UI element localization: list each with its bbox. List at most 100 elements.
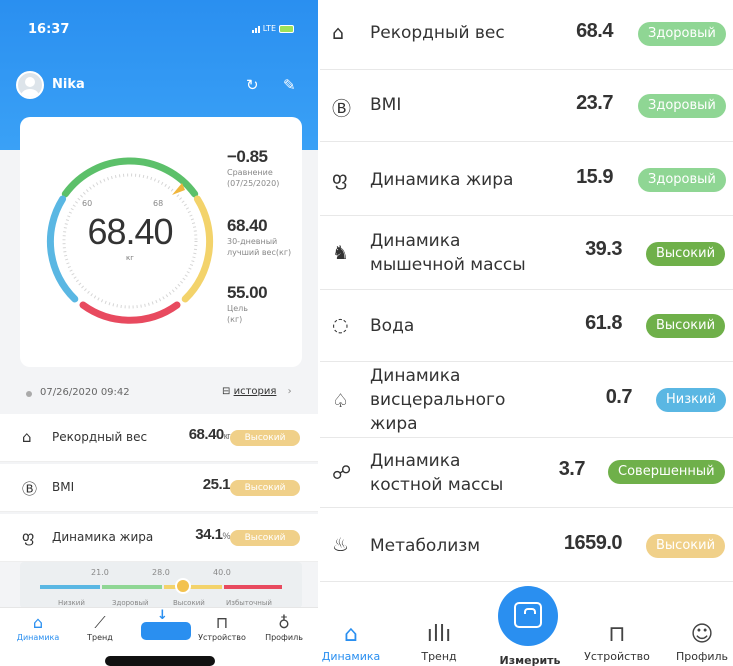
measurement-date: 07/26/2020 09:42 (40, 387, 130, 398)
metric-row-body-fat[interactable]: ფ Динамика жира 15.9 Здоровый (320, 142, 733, 216)
tab-label: Динамика (321, 650, 381, 663)
tab-label: Устройство (584, 650, 650, 663)
metric-row-record-weight[interactable]: ⌂ Рекордный вес 68.4 Здоровый (320, 0, 733, 70)
stat-label: (07/25/2020) (227, 179, 280, 188)
metric-row-body-fat[interactable]: ფ Динамика жира 34.1% Высокий (0, 514, 318, 562)
fat-icon: ფ (332, 168, 348, 190)
tab-label: Тренд (87, 633, 113, 642)
network-label: LTE (262, 24, 276, 33)
scale-icon (514, 602, 542, 628)
metric-value: 39.3 (585, 238, 622, 260)
fat-icon: ფ (22, 528, 35, 546)
tab-dynamics[interactable]: ⌂ Динамика (8, 613, 68, 642)
metric-name-line2: висцерального (370, 390, 506, 410)
stat-label: Цель (227, 304, 248, 313)
history-link[interactable]: ⊟ история › (222, 386, 292, 397)
scale-category: Высокий (173, 599, 205, 607)
measurement-date-row: 07/26/2020 09:42 ⊟ история › (0, 382, 318, 406)
status-badge: Высокий (230, 530, 300, 546)
measure-button[interactable] (141, 622, 191, 640)
trend-icon: ⟋ (94, 613, 106, 632)
status-time: 16:37 (28, 22, 70, 37)
refresh-icon[interactable]: ↻ (246, 76, 259, 94)
status-network: LTE (251, 24, 294, 33)
user-name[interactable]: Nika (52, 77, 85, 92)
scale-marker (175, 578, 191, 594)
status-badge: Высокий (230, 430, 300, 446)
metric-row-record-weight[interactable]: ⌂ Рекордный вес 68.40кг Высокий (0, 414, 318, 462)
device-icon: ⊓ (608, 622, 626, 647)
stat-best-30d: 68.40 30-дневный лучший вес(кг) (227, 216, 291, 258)
tab-label: Устройство (198, 633, 246, 642)
stat-value: −0.85 (227, 147, 268, 166)
metric-row-water[interactable]: ◌ Вода 61.8 Высокий (320, 290, 733, 362)
metric-name-line2: мышечной массы (370, 255, 526, 275)
scale-tick: 21.0 (91, 568, 109, 577)
scale-bar-high (164, 585, 222, 589)
metric-name: Динамика (370, 366, 461, 386)
stat-goal: 55.00 Цель (кг) (227, 283, 268, 325)
gauge-tick-60: 60 (82, 199, 93, 208)
gauge-arc-red (79, 301, 181, 324)
tab-label: Профиль (265, 633, 303, 642)
stat-value: 55.00 (227, 283, 268, 302)
edit-icon[interactable]: ✎ (283, 76, 296, 94)
scale-icon: ⊓ (215, 613, 229, 632)
metric-value: 1659.0 (563, 532, 623, 554)
avatar[interactable] (16, 71, 44, 99)
app-screenshot: 16:37 LTE Nika ↻ ✎ 60 68 68.40 кг −0.85 … (0, 0, 733, 666)
tab-label: Динамика (16, 633, 60, 642)
tab-label: Тренд (421, 650, 457, 663)
metric-name-line3: жира (370, 414, 418, 434)
arrow-down-icon: ↓ (157, 608, 168, 623)
metric-value: 23.7 (576, 92, 613, 114)
scale-category: Здоровый (112, 599, 149, 607)
metric-row-bone-mass[interactable]: ☍ Динамика костной массы 3.7 Совершенный (320, 438, 733, 508)
tab-device[interactable]: ⊓ Устройство (582, 622, 652, 663)
home-icon: ⌂ (32, 613, 44, 632)
metric-value: 34.1% (195, 526, 230, 543)
metric-name: Динамика (370, 231, 461, 251)
tab-trend[interactable]: ıllı Тренд (404, 622, 474, 663)
measure-button[interactable] (498, 586, 558, 646)
history-icon: ⊟ (222, 386, 231, 397)
metric-value: 3.7 (558, 458, 586, 480)
status-badge: Совершенный (608, 460, 725, 484)
scale-tick: 40.0 (213, 568, 231, 577)
metric-row-bmi[interactable]: Ⓑ BMI 25.1 Высокий (0, 464, 318, 512)
tab-trend[interactable]: ⟋ Тренд (70, 613, 130, 642)
status-badge: Здоровый (638, 94, 726, 118)
scale-bar-excess (224, 585, 282, 589)
metric-name: Метаболизм (370, 536, 481, 556)
tab-profile[interactable]: ♁ Профиль (254, 613, 314, 642)
clock-icon (26, 391, 32, 397)
home-indicator (105, 656, 215, 666)
tab-device[interactable]: ⊓ Устройство (192, 613, 252, 642)
metric-value: 68.40кг (188, 426, 231, 443)
metric-name: Рекордный вес (52, 430, 148, 444)
metric-row-metabolism[interactable]: ♨ Метаболизм 1659.0 Высокий (320, 508, 733, 582)
weight-unit: кг (126, 254, 134, 262)
water-drop-icon: ◌ (332, 314, 349, 336)
metric-row-visceral-fat[interactable]: ♤ Динамика висцерального жира 0.7 Низкий (320, 362, 733, 438)
history-label: история (233, 386, 277, 397)
scale-category: Низкий (58, 599, 85, 607)
flame-icon: ♨ (332, 534, 350, 556)
visceral-fat-icon: ♤ (332, 390, 350, 412)
scale-tick: 28.0 (152, 568, 170, 577)
smile-icon: ☺ (690, 622, 714, 647)
metric-name: Динамика (370, 451, 461, 471)
stat-value: 68.40 (227, 216, 268, 235)
tab-dynamics[interactable]: ⌂ Динамика (320, 622, 386, 663)
status-badge: Здоровый (638, 168, 726, 192)
tab-profile[interactable]: ☺ Профиль (667, 622, 733, 663)
fat-scale: 21.0 28.0 40.0 Низкий Здоровый Высокий И… (20, 562, 302, 608)
metric-row-bmi[interactable]: Ⓑ BMI 23.7 Здоровый (320, 70, 733, 142)
scale-bar-low (40, 585, 100, 589)
metrics-screen: ⌂ Рекордный вес 68.4 Здоровый Ⓑ BMI 23.7… (318, 0, 733, 666)
metric-row-muscle-mass[interactable]: ♞ Динамика мышечной массы 39.3 Высокий (320, 216, 733, 290)
measure-label: Измерить (499, 654, 561, 666)
bar-chart-icon: ıllı (426, 622, 452, 647)
weight-icon: ⌂ (332, 22, 345, 44)
status-badge: Здоровый (638, 22, 726, 46)
